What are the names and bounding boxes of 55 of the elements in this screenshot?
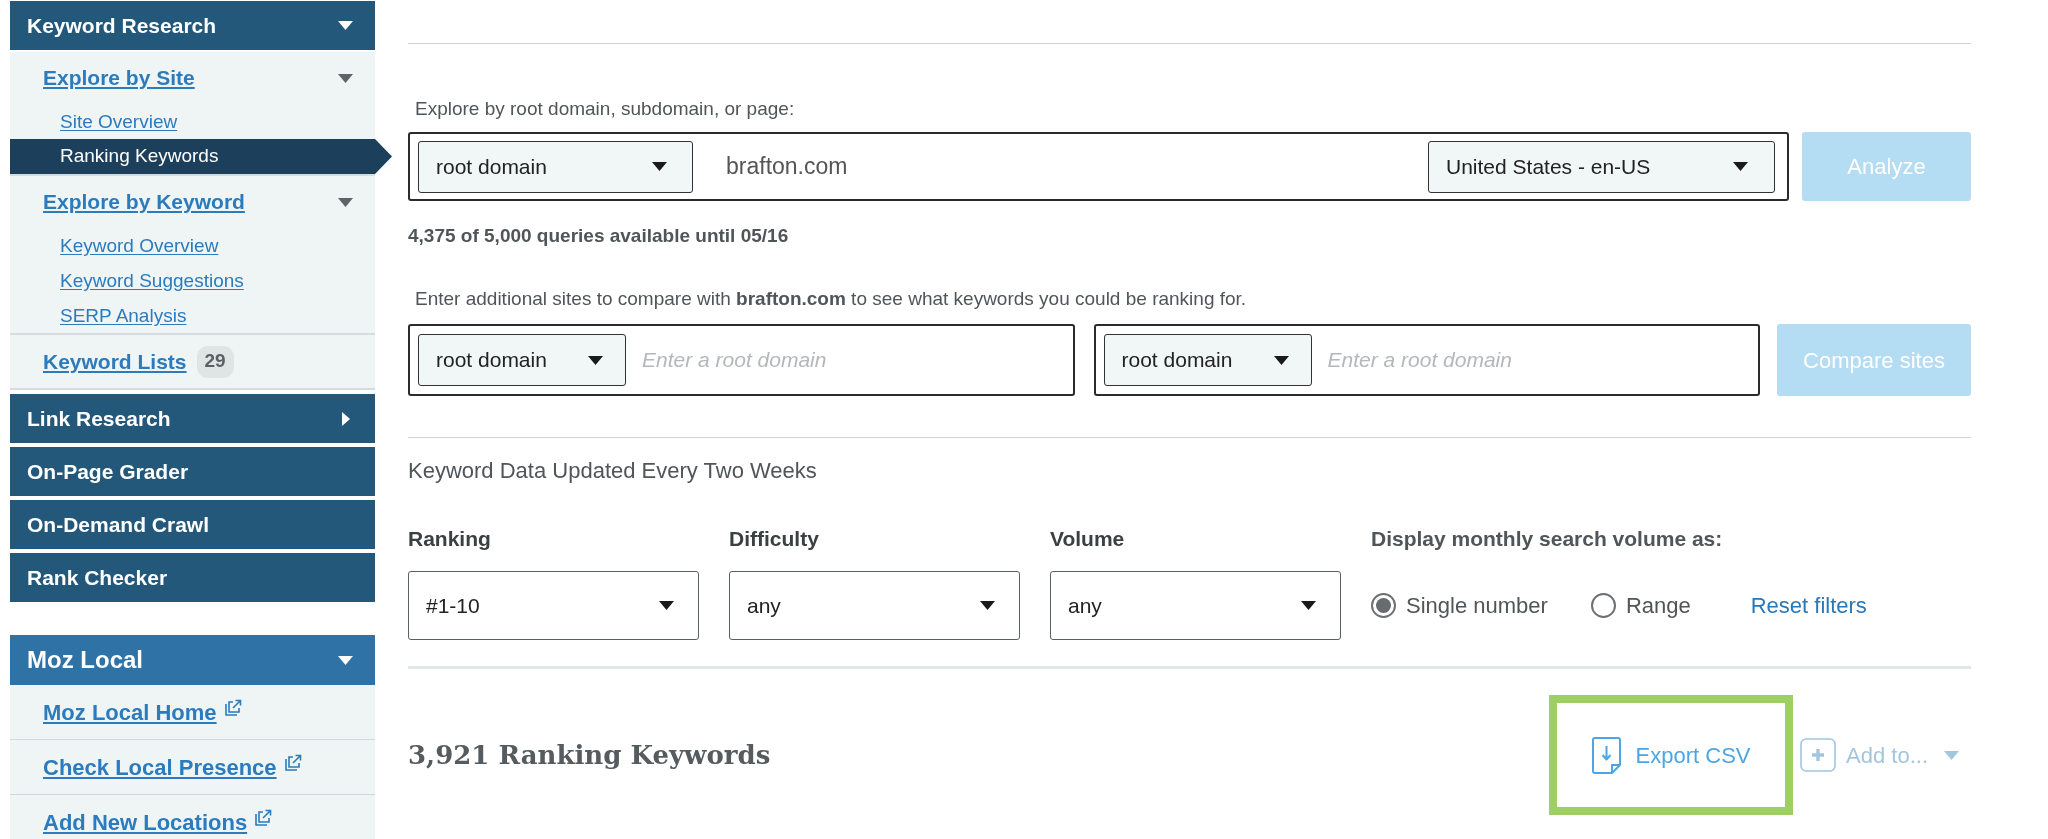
sidebar-section-header[interactable]: Rank Checker (10, 553, 375, 602)
reset-filters-link[interactable]: Reset filters (1750, 589, 1867, 622)
nav-link[interactable]: SERP Analysis (60, 304, 187, 327)
locale-select[interactable]: United States - en-US (1428, 140, 1775, 193)
scope-select[interactable]: root domain (418, 140, 693, 193)
nav-group-link[interactable]: Explore by Keyword (43, 189, 245, 215)
nav-link[interactable]: Keyword Overview (60, 234, 219, 257)
nav-group-link[interactable]: Keyword Lists (43, 348, 187, 375)
filter-label: Volume (1050, 527, 1126, 551)
field-label: Enter additional sites to compare with brafton.com to see what keywords you could be ranking for. (414, 288, 1248, 310)
download-file-icon (1591, 736, 1621, 774)
compare-site-box[interactable]: root domain Enter a root domain (408, 324, 1075, 396)
results-title: 3,921 Ranking Keywords (408, 738, 771, 772)
nav-link[interactable]: Keyword Suggestions (60, 269, 244, 292)
caret-down-icon (659, 601, 674, 610)
field-label: Explore by root domain, subdomain, or page: (414, 98, 796, 120)
caret-down-icon (652, 162, 667, 171)
radio-option[interactable]: Single number (1371, 589, 1548, 622)
caret-down-icon (588, 355, 603, 365)
caret-down-icon (1301, 601, 1316, 610)
count-badge: 29 (196, 345, 234, 378)
sidebar-section-header[interactable]: On-Demand Crawl (10, 500, 375, 549)
filter-select[interactable]: #1-10 (408, 571, 699, 640)
caret-down-icon (1273, 355, 1289, 365)
sidebar-section-header[interactable]: Moz Local (10, 635, 375, 685)
filter-label: Display monthly search volume as: (1371, 527, 1724, 551)
caret-down-icon (1944, 750, 1959, 760)
radio-option[interactable]: Range (1590, 589, 1691, 622)
radio-button[interactable] (1590, 593, 1616, 618)
quota-text: 4,375 of 5,000 queries available until 05/16 (408, 225, 790, 247)
radio-button[interactable] (1371, 593, 1396, 618)
caret-down-icon (980, 601, 995, 610)
domain-search-box[interactable]: root domain brafton.com United States - en-US (408, 132, 1789, 201)
scope-select[interactable]: root domain (1103, 334, 1312, 386)
filter-label: Ranking (408, 527, 492, 551)
sidebar-section-header[interactable]: Link Research (10, 394, 375, 443)
filter-label: Difficulty (729, 527, 820, 551)
nav-group-link[interactable]: Explore by Site (43, 65, 195, 91)
scope-select[interactable]: root domain (418, 334, 626, 386)
nav-link[interactable]: Site Overview (60, 110, 178, 133)
update-note: Keyword Data Updated Every Two Weeks (408, 458, 818, 484)
active-nav-item[interactable]: Ranking Keywords (10, 139, 392, 174)
filter-select[interactable]: any (729, 571, 1020, 640)
nav-group-link[interactable]: Moz Local Home (43, 698, 217, 726)
filter-select[interactable]: any (1050, 571, 1341, 640)
domain-input[interactable]: brafton.com (726, 149, 1428, 184)
nav-group-link[interactable]: Add New Locations (43, 808, 248, 836)
compare-site-box[interactable]: root domain Enter a root domain (1093, 324, 1760, 396)
sidebar-section-header[interactable]: Keyword Research (10, 1, 375, 50)
sidebar-section-header[interactable]: On-Page Grader (10, 447, 375, 496)
domain-input[interactable]: Enter a root domain (1327, 344, 1750, 376)
caret-down-icon (1733, 162, 1748, 171)
plus-square-icon (1800, 738, 1837, 772)
domain-input[interactable]: Enter a root domain (642, 344, 1065, 376)
nav-group-link[interactable]: Check Local Presence (43, 753, 277, 781)
